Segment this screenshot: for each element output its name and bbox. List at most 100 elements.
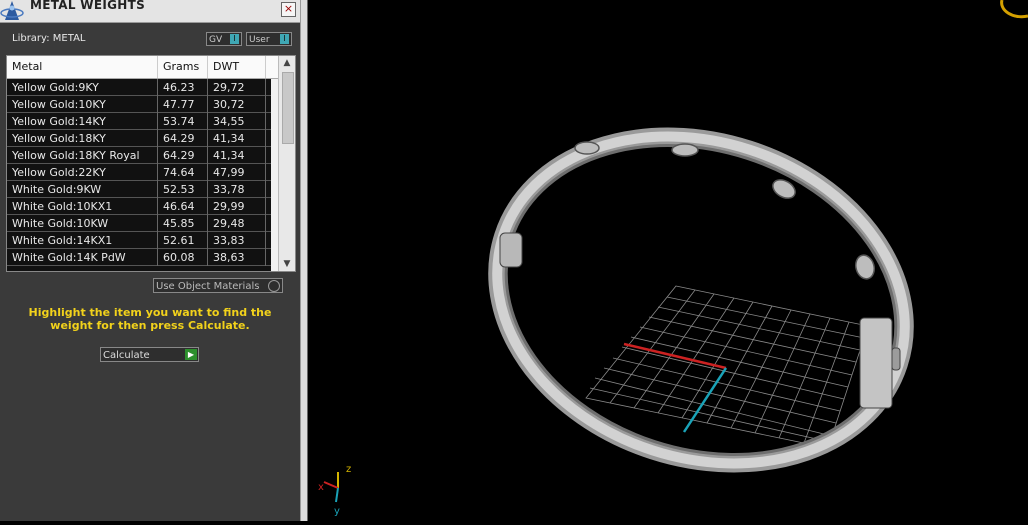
cell-grams: 52.61 bbox=[163, 234, 195, 247]
cell-dwt: 29,72 bbox=[213, 81, 245, 94]
column-divider bbox=[157, 164, 158, 181]
cell-metal: Yellow Gold:22KY bbox=[12, 166, 106, 179]
cell-grams: 46.64 bbox=[163, 200, 195, 213]
table-row[interactable]: White Gold:9KW 52.53 33,78 bbox=[7, 181, 271, 198]
cell-metal: Yellow Gold:9KY bbox=[12, 81, 99, 94]
user-toggle-label: User bbox=[249, 35, 270, 45]
column-divider bbox=[157, 215, 158, 232]
cell-grams: 45.85 bbox=[163, 217, 195, 230]
cell-dwt: 34,55 bbox=[213, 115, 245, 128]
cell-metal: White Gold:10KW bbox=[12, 217, 109, 230]
table-row[interactable]: Yellow Gold:18KY Royal 64.29 41,34 bbox=[7, 147, 271, 164]
cell-dwt: 29,48 bbox=[213, 217, 245, 230]
ground-grid bbox=[585, 285, 869, 449]
column-divider bbox=[265, 147, 266, 164]
app-logo-icon bbox=[0, 0, 26, 22]
table-row[interactable]: Yellow Gold:18KY 64.29 41,34 bbox=[7, 130, 271, 147]
table-row[interactable]: White Gold:10KW 45.85 29,48 bbox=[7, 215, 271, 232]
cell-dwt: 33,83 bbox=[213, 234, 245, 247]
column-divider bbox=[265, 249, 266, 266]
column-divider bbox=[207, 96, 208, 113]
column-divider bbox=[265, 198, 266, 215]
viewport-gizmo-icon[interactable] bbox=[1000, 0, 1028, 19]
column-divider bbox=[265, 215, 266, 232]
table-row[interactable]: White Gold:14K PdW 60.08 38,63 bbox=[7, 249, 271, 266]
cell-grams: 64.29 bbox=[163, 132, 195, 145]
user-toggle[interactable]: User I bbox=[246, 32, 292, 46]
cell-grams: 53.74 bbox=[163, 115, 195, 128]
table-row-partial[interactable] bbox=[7, 266, 271, 271]
cell-dwt: 29,99 bbox=[213, 200, 245, 213]
column-divider bbox=[157, 96, 158, 113]
cell-dwt: 47,99 bbox=[213, 166, 245, 179]
column-divider bbox=[265, 96, 266, 113]
cell-metal: Yellow Gold:10KY bbox=[12, 98, 106, 111]
column-divider bbox=[157, 79, 158, 96]
use-object-materials-toggle[interactable]: Use Object Materials bbox=[153, 278, 283, 293]
close-button[interactable]: × bbox=[281, 2, 296, 17]
column-divider bbox=[157, 232, 158, 249]
calculate-button[interactable]: Calculate ▶ bbox=[100, 347, 199, 362]
column-divider bbox=[265, 79, 266, 96]
column-divider bbox=[207, 181, 208, 198]
column-divider bbox=[265, 113, 266, 130]
scroll-up-icon[interactable]: ▲ bbox=[279, 56, 295, 70]
column-divider bbox=[265, 232, 266, 249]
column-divider bbox=[207, 130, 208, 147]
gv-toggle-knob: I bbox=[230, 34, 239, 44]
cell-metal: White Gold:14KX1 bbox=[12, 234, 113, 247]
cell-grams: 47.77 bbox=[163, 98, 195, 111]
column-divider bbox=[265, 56, 266, 78]
user-toggle-knob: I bbox=[280, 34, 289, 44]
cell-grams: 60.08 bbox=[163, 251, 195, 264]
column-divider bbox=[207, 113, 208, 130]
scroll-down-icon[interactable]: ▼ bbox=[279, 257, 295, 271]
use-object-materials-label: Use Object Materials bbox=[156, 281, 260, 292]
table-row[interactable]: White Gold:14KX1 52.61 33,83 bbox=[7, 232, 271, 249]
cell-metal: Yellow Gold:18KY bbox=[12, 132, 106, 145]
cell-metal: Yellow Gold:18KY Royal bbox=[12, 149, 140, 162]
play-arrow-icon: ▶ bbox=[185, 349, 197, 360]
cell-grams: 46.23 bbox=[163, 81, 195, 94]
column-header-grams[interactable]: Grams bbox=[163, 60, 199, 73]
metal-table: Metal Grams DWT Yellow Gold:9KY 46.23 29… bbox=[6, 55, 296, 272]
calculate-label: Calculate bbox=[103, 350, 150, 361]
x-axis-label: x bbox=[318, 482, 324, 493]
gv-toggle[interactable]: GV I bbox=[206, 32, 242, 46]
table-row[interactable]: Yellow Gold:9KY 46.23 29,72 bbox=[7, 79, 271, 96]
instruction-text: Highlight the item you want to find the … bbox=[28, 306, 272, 332]
axis-gizmo: z x y bbox=[318, 464, 351, 517]
table-scrollbar[interactable]: ▲ ▼ bbox=[278, 56, 295, 271]
z-axis-label: z bbox=[346, 464, 351, 475]
3d-viewport[interactable]: z x y bbox=[308, 0, 1028, 521]
column-divider bbox=[157, 198, 158, 215]
column-divider bbox=[265, 130, 266, 147]
table-row[interactable]: Yellow Gold:22KY 74.64 47,99 bbox=[7, 164, 271, 181]
column-divider bbox=[157, 181, 158, 198]
panel-titlebar[interactable]: METAL WEIGHTS × bbox=[0, 0, 300, 23]
cell-metal: White Gold:14K PdW bbox=[12, 251, 126, 264]
column-divider bbox=[157, 249, 158, 266]
panel-splitter[interactable] bbox=[300, 0, 308, 521]
table-row[interactable]: Yellow Gold:10KY 47.77 30,72 bbox=[7, 96, 271, 113]
scrollbar-thumb[interactable] bbox=[282, 72, 294, 144]
column-divider bbox=[207, 79, 208, 96]
column-divider bbox=[207, 56, 208, 78]
column-header-dwt[interactable]: DWT bbox=[213, 60, 239, 73]
column-divider bbox=[265, 164, 266, 181]
column-divider bbox=[265, 181, 266, 198]
cell-grams: 52.53 bbox=[163, 183, 195, 196]
table-row[interactable]: White Gold:10KX1 46.64 29,99 bbox=[7, 198, 271, 215]
cell-metal: Yellow Gold:14KY bbox=[12, 115, 106, 128]
cell-metal: White Gold:10KX1 bbox=[12, 200, 113, 213]
cell-dwt: 30,72 bbox=[213, 98, 245, 111]
column-divider bbox=[157, 130, 158, 147]
cell-metal: White Gold:9KW bbox=[12, 183, 102, 196]
table-header: Metal Grams DWT bbox=[7, 56, 279, 79]
bangle-model[interactable] bbox=[454, 85, 947, 514]
metal-weights-panel: METAL WEIGHTS × Library: METAL GV I User… bbox=[0, 0, 300, 521]
radio-icon[interactable] bbox=[268, 280, 280, 292]
column-header-metal[interactable]: Metal bbox=[12, 60, 42, 73]
table-row[interactable]: Yellow Gold:14KY 53.74 34,55 bbox=[7, 113, 271, 130]
cell-grams: 74.64 bbox=[163, 166, 195, 179]
